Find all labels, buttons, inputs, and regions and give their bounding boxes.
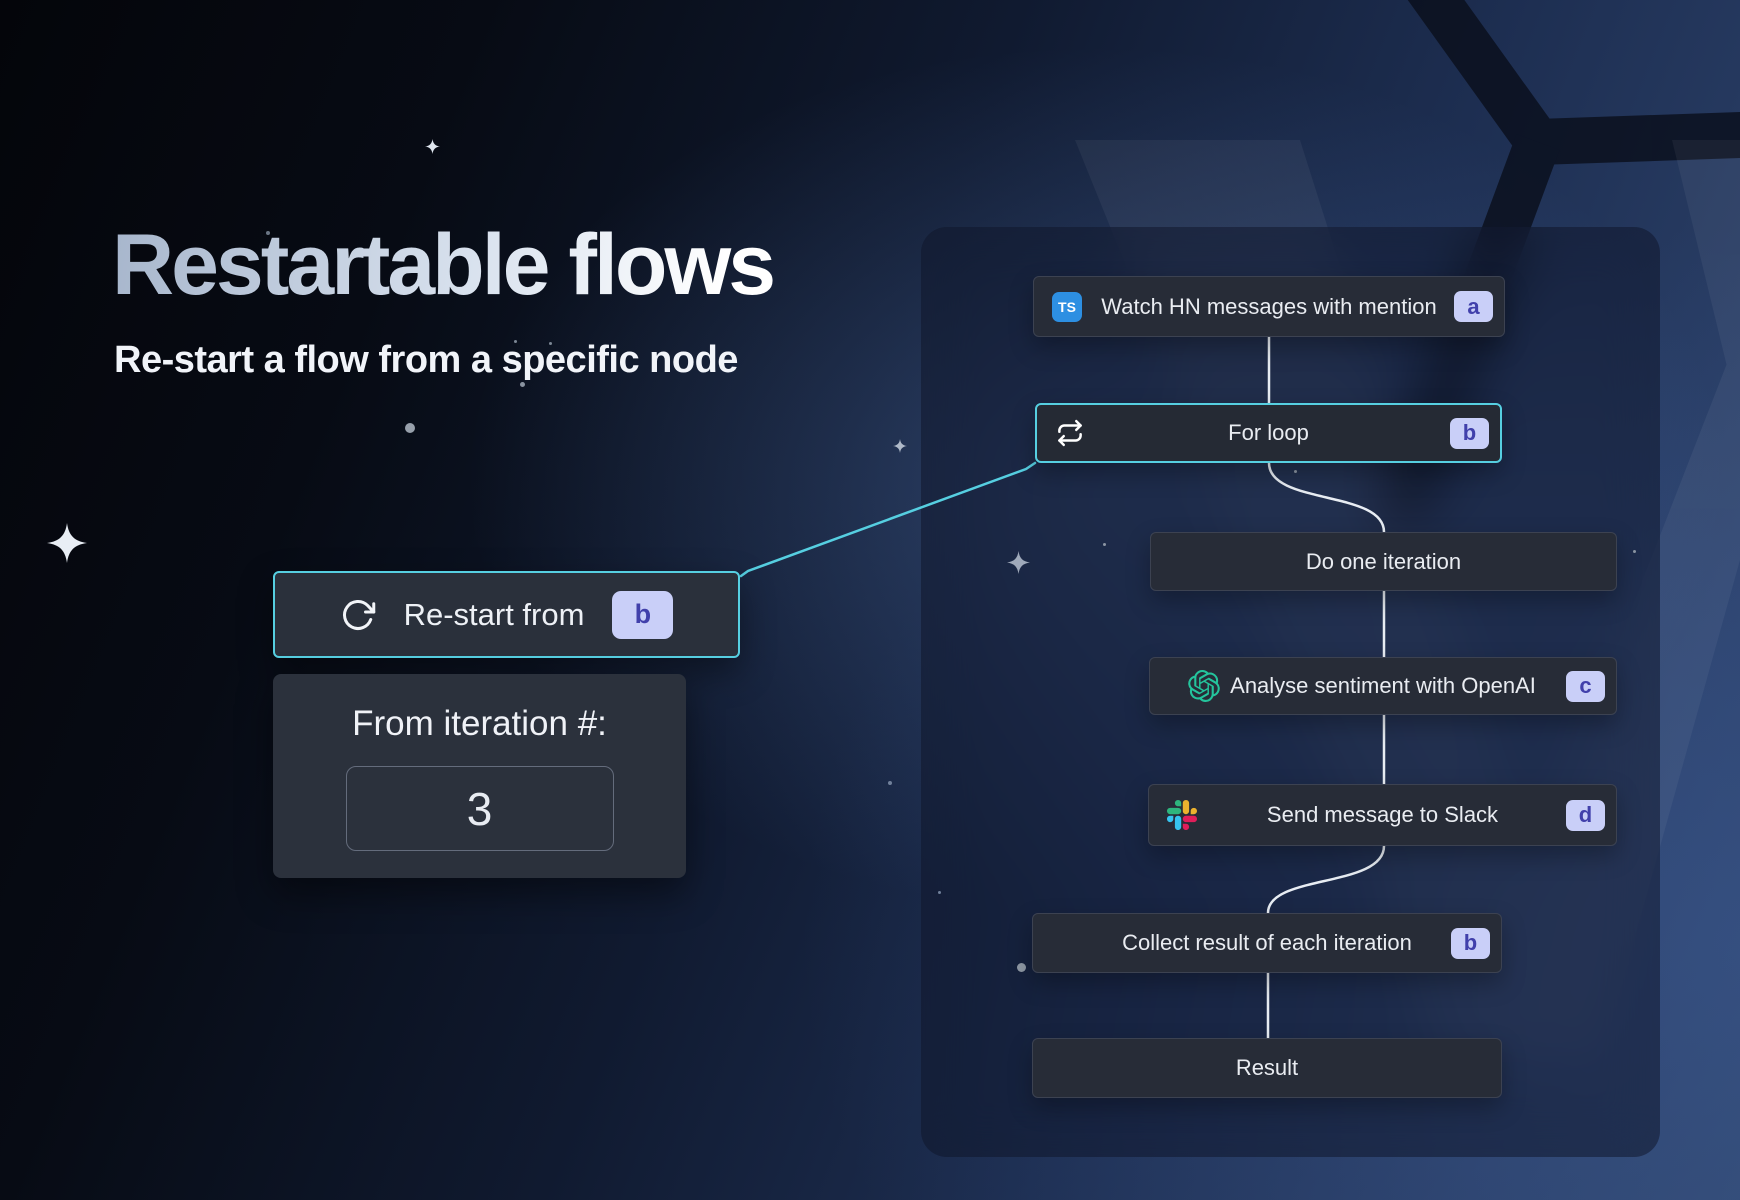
node-badge: b (1451, 928, 1490, 959)
page-title: Restartable flows (112, 222, 773, 308)
flow-node-for-loop[interactable]: For loop b (1035, 403, 1502, 463)
star-dot (1633, 550, 1636, 553)
sparkle-icon (47, 523, 87, 563)
star-dot (405, 423, 415, 433)
restart-icon (340, 597, 376, 633)
star-dot (520, 382, 525, 387)
restart-label: Re-start from (404, 597, 585, 633)
slack-icon (1167, 800, 1197, 830)
hero: Restartable flows Re-start a flow from a… (112, 222, 773, 382)
sparkle-icon (893, 439, 907, 453)
node-label: Do one iteration (1306, 549, 1461, 575)
loop-icon (1055, 418, 1085, 448)
node-label: Watch HN messages with mention (1101, 294, 1436, 320)
star-dot (1017, 963, 1026, 972)
node-label: Result (1236, 1055, 1298, 1081)
flow-node-send-slack[interactable]: Send message to Slack d (1148, 784, 1617, 846)
star-dot (1103, 543, 1106, 546)
sparkle-icon (1007, 551, 1030, 574)
node-label: Send message to Slack (1267, 802, 1498, 828)
flow-node-collect-results[interactable]: Collect result of each iteration b (1032, 913, 1502, 973)
star-dot (888, 781, 892, 785)
node-label: Analyse sentiment with OpenAI (1230, 673, 1536, 699)
restart-badge: b (612, 591, 673, 639)
sparkle-icon (425, 139, 440, 154)
node-badge: b (1450, 418, 1489, 449)
star-dot (1294, 470, 1297, 473)
restart-from-box[interactable]: Re-start from b (273, 571, 740, 658)
flow-node-result[interactable]: Result (1032, 1038, 1502, 1098)
node-badge: a (1454, 291, 1493, 322)
flow-node-do-one-iteration[interactable]: Do one iteration (1150, 532, 1617, 591)
iteration-input[interactable] (346, 766, 614, 851)
typescript-icon: TS (1052, 292, 1082, 322)
openai-icon (1188, 670, 1220, 702)
iteration-label: From iteration #: (352, 704, 607, 744)
flow-node-watch-hn[interactable]: TS Watch HN messages with mention a (1033, 276, 1505, 337)
node-badge: c (1566, 671, 1605, 702)
node-label: For loop (1228, 420, 1309, 446)
page-subtitle: Re-start a flow from a specific node (114, 340, 773, 382)
iteration-panel: From iteration #: (273, 674, 686, 878)
star-dot (938, 891, 941, 894)
flow-node-analyse-sentiment[interactable]: Analyse sentiment with OpenAI c (1149, 657, 1617, 715)
node-badge: d (1566, 800, 1605, 831)
stage: Restartable flows Re-start a flow from a… (0, 0, 1740, 1200)
node-label: Collect result of each iteration (1122, 930, 1412, 956)
